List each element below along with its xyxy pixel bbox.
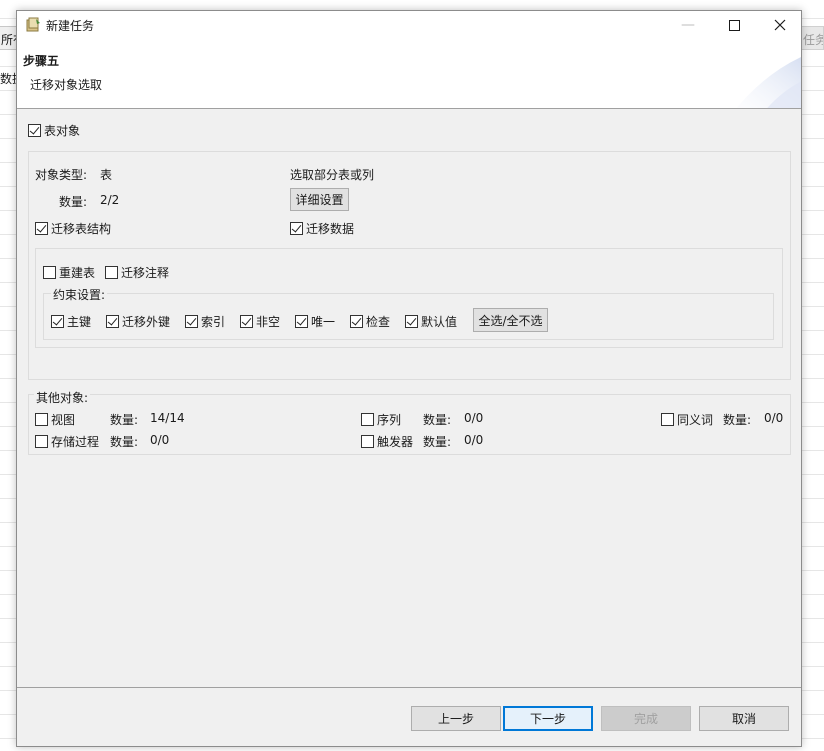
migrate-data-checkbox[interactable]: 迁移数据 bbox=[290, 220, 354, 237]
table-count-value: 2/2 bbox=[100, 193, 120, 207]
trigger-check-icon bbox=[361, 435, 374, 448]
minimize-button[interactable]: — bbox=[665, 11, 711, 39]
constraint-default-check-icon bbox=[405, 315, 418, 328]
select-partial-label: 选取部分表或列 bbox=[290, 168, 375, 182]
step-subtitle: 迁移对象选取 bbox=[30, 78, 103, 92]
trigger-label: 触发器 bbox=[377, 435, 414, 449]
cancel-button[interactable]: 取消 bbox=[699, 706, 789, 731]
trigger-count-label: 数量: bbox=[423, 435, 452, 449]
stored-procedure-check-icon bbox=[35, 435, 48, 448]
constraint-primary-key-check-icon bbox=[51, 315, 64, 328]
prev-button[interactable]: 上一步 bbox=[411, 706, 501, 731]
migrate-comments-label: 迁移注释 bbox=[121, 266, 170, 280]
detail-settings-button[interactable]: 详细设置 bbox=[290, 188, 349, 211]
sequence-checkbox[interactable]: 序列 bbox=[361, 411, 401, 428]
table-objects-checkbox[interactable]: 表对象 bbox=[28, 122, 80, 139]
sequence-check-icon bbox=[361, 413, 374, 426]
constraint-unique-checkbox[interactable]: 唯一 bbox=[295, 313, 335, 330]
title-bar[interactable]: 新建任务 — bbox=[17, 11, 801, 39]
view-count-value: 14/14 bbox=[150, 411, 185, 425]
footer-separator bbox=[17, 687, 801, 688]
app-icon bbox=[26, 17, 40, 32]
object-type-value: 表 bbox=[100, 168, 113, 182]
constraint-index-check-icon bbox=[185, 315, 198, 328]
constraint-index-checkbox[interactable]: 索引 bbox=[185, 313, 225, 330]
constraint-label: 非空 bbox=[256, 315, 281, 329]
constraint-foreign-key-checkbox[interactable]: 迁移外键 bbox=[106, 313, 170, 330]
sequence-count-label: 数量: bbox=[423, 413, 452, 427]
rebuild-table-check-icon bbox=[43, 266, 56, 279]
constraint-default-checkbox[interactable]: 默认值 bbox=[405, 313, 457, 330]
table-objects-label: 表对象 bbox=[44, 124, 81, 138]
constraint-label: 唯一 bbox=[311, 315, 336, 329]
migrate-structure-check-icon bbox=[35, 222, 48, 235]
step-title: 步骤五 bbox=[23, 54, 60, 68]
constraint-label: 迁移外键 bbox=[122, 315, 171, 329]
stored-procedure-checkbox[interactable]: 存储过程 bbox=[35, 433, 99, 450]
finish-button[interactable]: 完成 bbox=[601, 706, 691, 731]
other-objects-legend: 其他对象: bbox=[34, 389, 91, 406]
rebuild-table-label: 重建表 bbox=[59, 266, 96, 280]
view-label: 视图 bbox=[51, 413, 76, 427]
maximize-icon bbox=[728, 19, 740, 31]
maximize-button[interactable] bbox=[711, 11, 757, 39]
migrate-data-label: 迁移数据 bbox=[306, 222, 355, 236]
next-button[interactable]: 下一步 bbox=[503, 706, 593, 731]
migrate-comments-checkbox[interactable]: 迁移注释 bbox=[105, 264, 169, 281]
constraints-legend: 约束设置: bbox=[51, 286, 108, 303]
constraint-label: 索引 bbox=[201, 315, 226, 329]
background-tab-right: 任务 bbox=[800, 26, 824, 50]
sequence-label: 序列 bbox=[377, 413, 402, 427]
close-icon bbox=[774, 19, 786, 31]
constraint-label: 默认值 bbox=[421, 315, 458, 329]
view-count-label: 数量: bbox=[110, 413, 139, 427]
migrate-structure-label: 迁移表结构 bbox=[51, 222, 112, 236]
close-button[interactable] bbox=[757, 11, 803, 39]
migrate-data-check-icon bbox=[290, 222, 303, 235]
synonym-label: 同义词 bbox=[677, 413, 714, 427]
synonym-checkbox[interactable]: 同义词 bbox=[661, 411, 713, 428]
window-title: 新建任务 bbox=[46, 19, 95, 33]
trigger-checkbox[interactable]: 触发器 bbox=[361, 433, 413, 450]
constraint-check-checkbox[interactable]: 检查 bbox=[350, 313, 390, 330]
migrate-structure-checkbox[interactable]: 迁移表结构 bbox=[35, 220, 111, 237]
table-objects-check-icon bbox=[28, 124, 41, 137]
table-count-label: 数量: bbox=[59, 195, 88, 209]
constraint-not-null-check-icon bbox=[240, 315, 253, 328]
object-type-label: 对象类型: bbox=[35, 168, 88, 182]
synonym-check-icon bbox=[661, 413, 674, 426]
synonym-count-value: 0/0 bbox=[764, 411, 784, 425]
sequence-count-value: 0/0 bbox=[464, 411, 484, 425]
constraint-foreign-key-check-icon bbox=[106, 315, 119, 328]
wizard-header: 步骤五 迁移对象选取 bbox=[17, 39, 801, 109]
constraint-not-null-checkbox[interactable]: 非空 bbox=[240, 313, 280, 330]
synonym-count-label: 数量: bbox=[723, 413, 752, 427]
stored-procedure-label: 存储过程 bbox=[51, 435, 100, 449]
constraint-check-check-icon bbox=[350, 315, 363, 328]
select-all-button[interactable]: 全选/全不选 bbox=[473, 308, 548, 332]
rebuild-table-checkbox[interactable]: 重建表 bbox=[43, 264, 95, 281]
constraint-unique-check-icon bbox=[295, 315, 308, 328]
stored-procedure-count-label: 数量: bbox=[110, 435, 139, 449]
constraint-primary-key-checkbox[interactable]: 主键 bbox=[51, 313, 91, 330]
constraint-label: 主键 bbox=[67, 315, 92, 329]
header-decoration bbox=[736, 57, 801, 108]
view-check-icon bbox=[35, 413, 48, 426]
stored-procedure-count-value: 0/0 bbox=[150, 433, 170, 447]
trigger-count-value: 0/0 bbox=[464, 433, 484, 447]
constraint-label: 检查 bbox=[366, 315, 391, 329]
migrate-comments-check-icon bbox=[105, 266, 118, 279]
new-task-dialog: 新建任务 — 步骤五 迁移对象选取 表对象 对象类型: 表 数量: 2/2 选取… bbox=[16, 10, 802, 747]
view-checkbox[interactable]: 视图 bbox=[35, 411, 75, 428]
